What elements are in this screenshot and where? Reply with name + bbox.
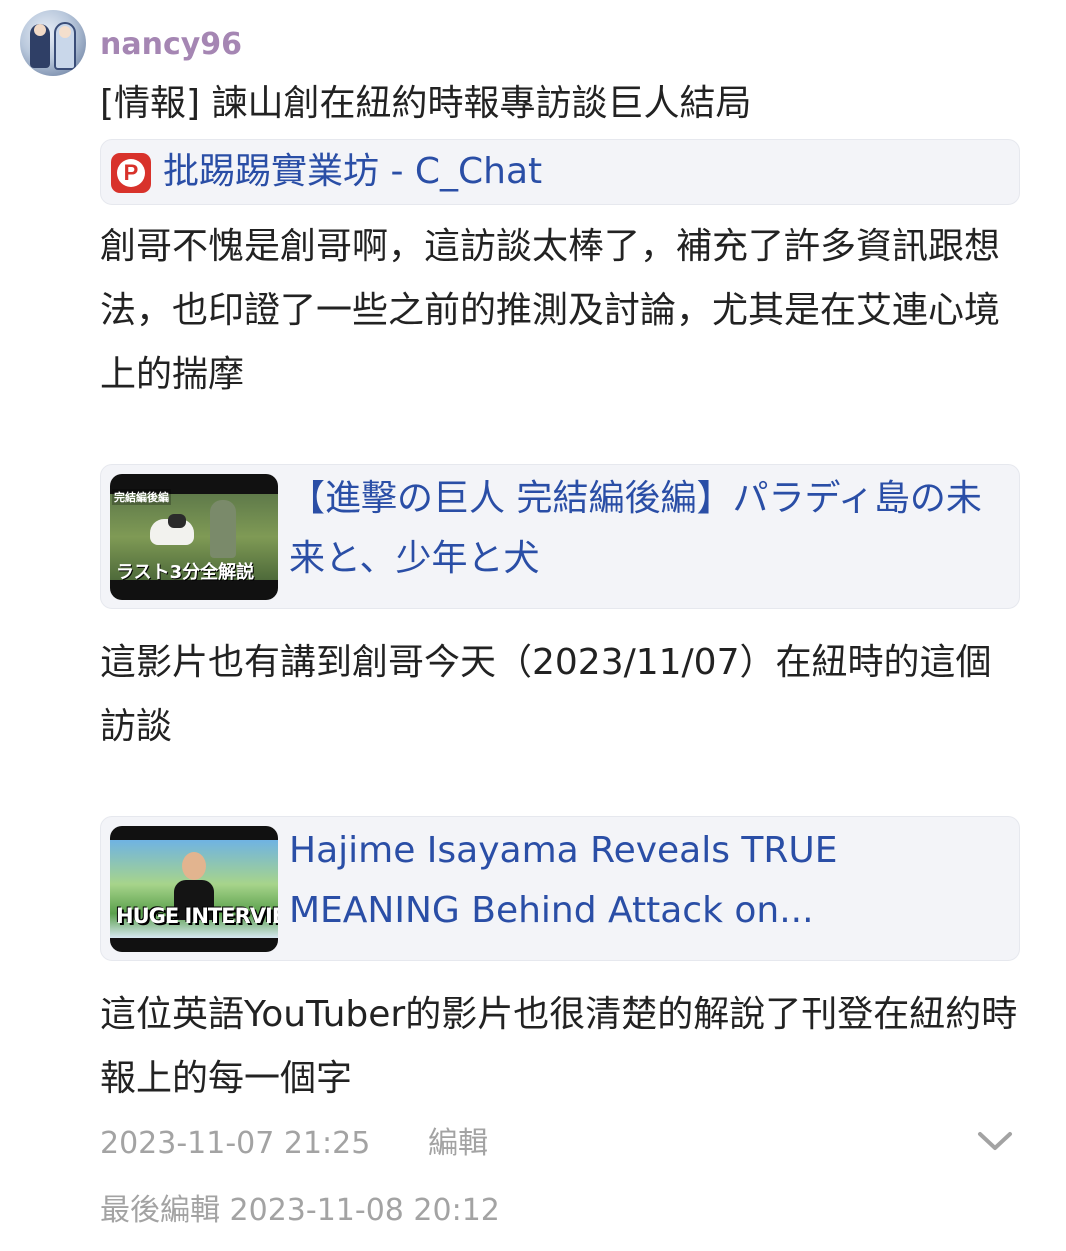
edit-button[interactable]: 編輯	[428, 1124, 488, 1164]
video-title-1[interactable]: 【進擊の巨人 完結編後編】パラディ島の未来と、少年と犬	[289, 469, 1011, 589]
board-link-card[interactable]: P 批踢踢實業坊 - C_Chat	[100, 139, 1020, 205]
post-title[interactable]: [情報] 諫山創在紐約時報專訪談巨人結局	[100, 80, 752, 128]
video-link-card-2[interactable]: HUGE INTERVIEW Hajime Isayama Reveals TR…	[100, 816, 1020, 961]
video-thumbnail-2[interactable]: HUGE INTERVIEW	[110, 826, 278, 952]
ptt-p-icon: P	[111, 153, 151, 193]
post-paragraph-3: 這位英語YouTuber的影片也很清楚的解說了刊登在紐約時報上的每一個字	[100, 994, 1018, 1099]
chevron-down-icon[interactable]	[976, 1126, 1014, 1156]
video-link-card-1[interactable]: 完結編後編 ラスト3分全解説 【進擊の巨人 完結編後編】パラディ島の未来と、少年…	[100, 464, 1020, 609]
thumbnail-caption: ラスト3分全解説	[116, 562, 255, 583]
thumbnail-caption: HUGE INTERVIEW	[116, 904, 278, 928]
avatar[interactable]	[20, 10, 86, 76]
username[interactable]: nancy96	[100, 26, 242, 64]
last-edited: 最後編輯 2023-11-08 20:12	[100, 1193, 500, 1228]
video-title-2[interactable]: Hajime Isayama Reveals TRUE MEANING Behi…	[289, 821, 1011, 941]
post-timestamp: 2023-11-07 21:25	[100, 1126, 371, 1161]
board-link-label[interactable]: 批踢踢實業坊 - C_Chat	[163, 148, 542, 196]
video-thumbnail-1[interactable]: 完結編後編 ラスト3分全解説	[110, 474, 278, 600]
thumbnail-tag: 完結編後編	[112, 489, 171, 505]
post-paragraph-1: 創哥不愧是創哥啊，這訪談太棒了，補充了許多資訊跟想法，也印證了一些之前的推測及討…	[100, 226, 1001, 395]
post-paragraph-2: 這影片也有講到創哥今天（2023/11/07）在紐時的這個訪談	[100, 642, 992, 747]
